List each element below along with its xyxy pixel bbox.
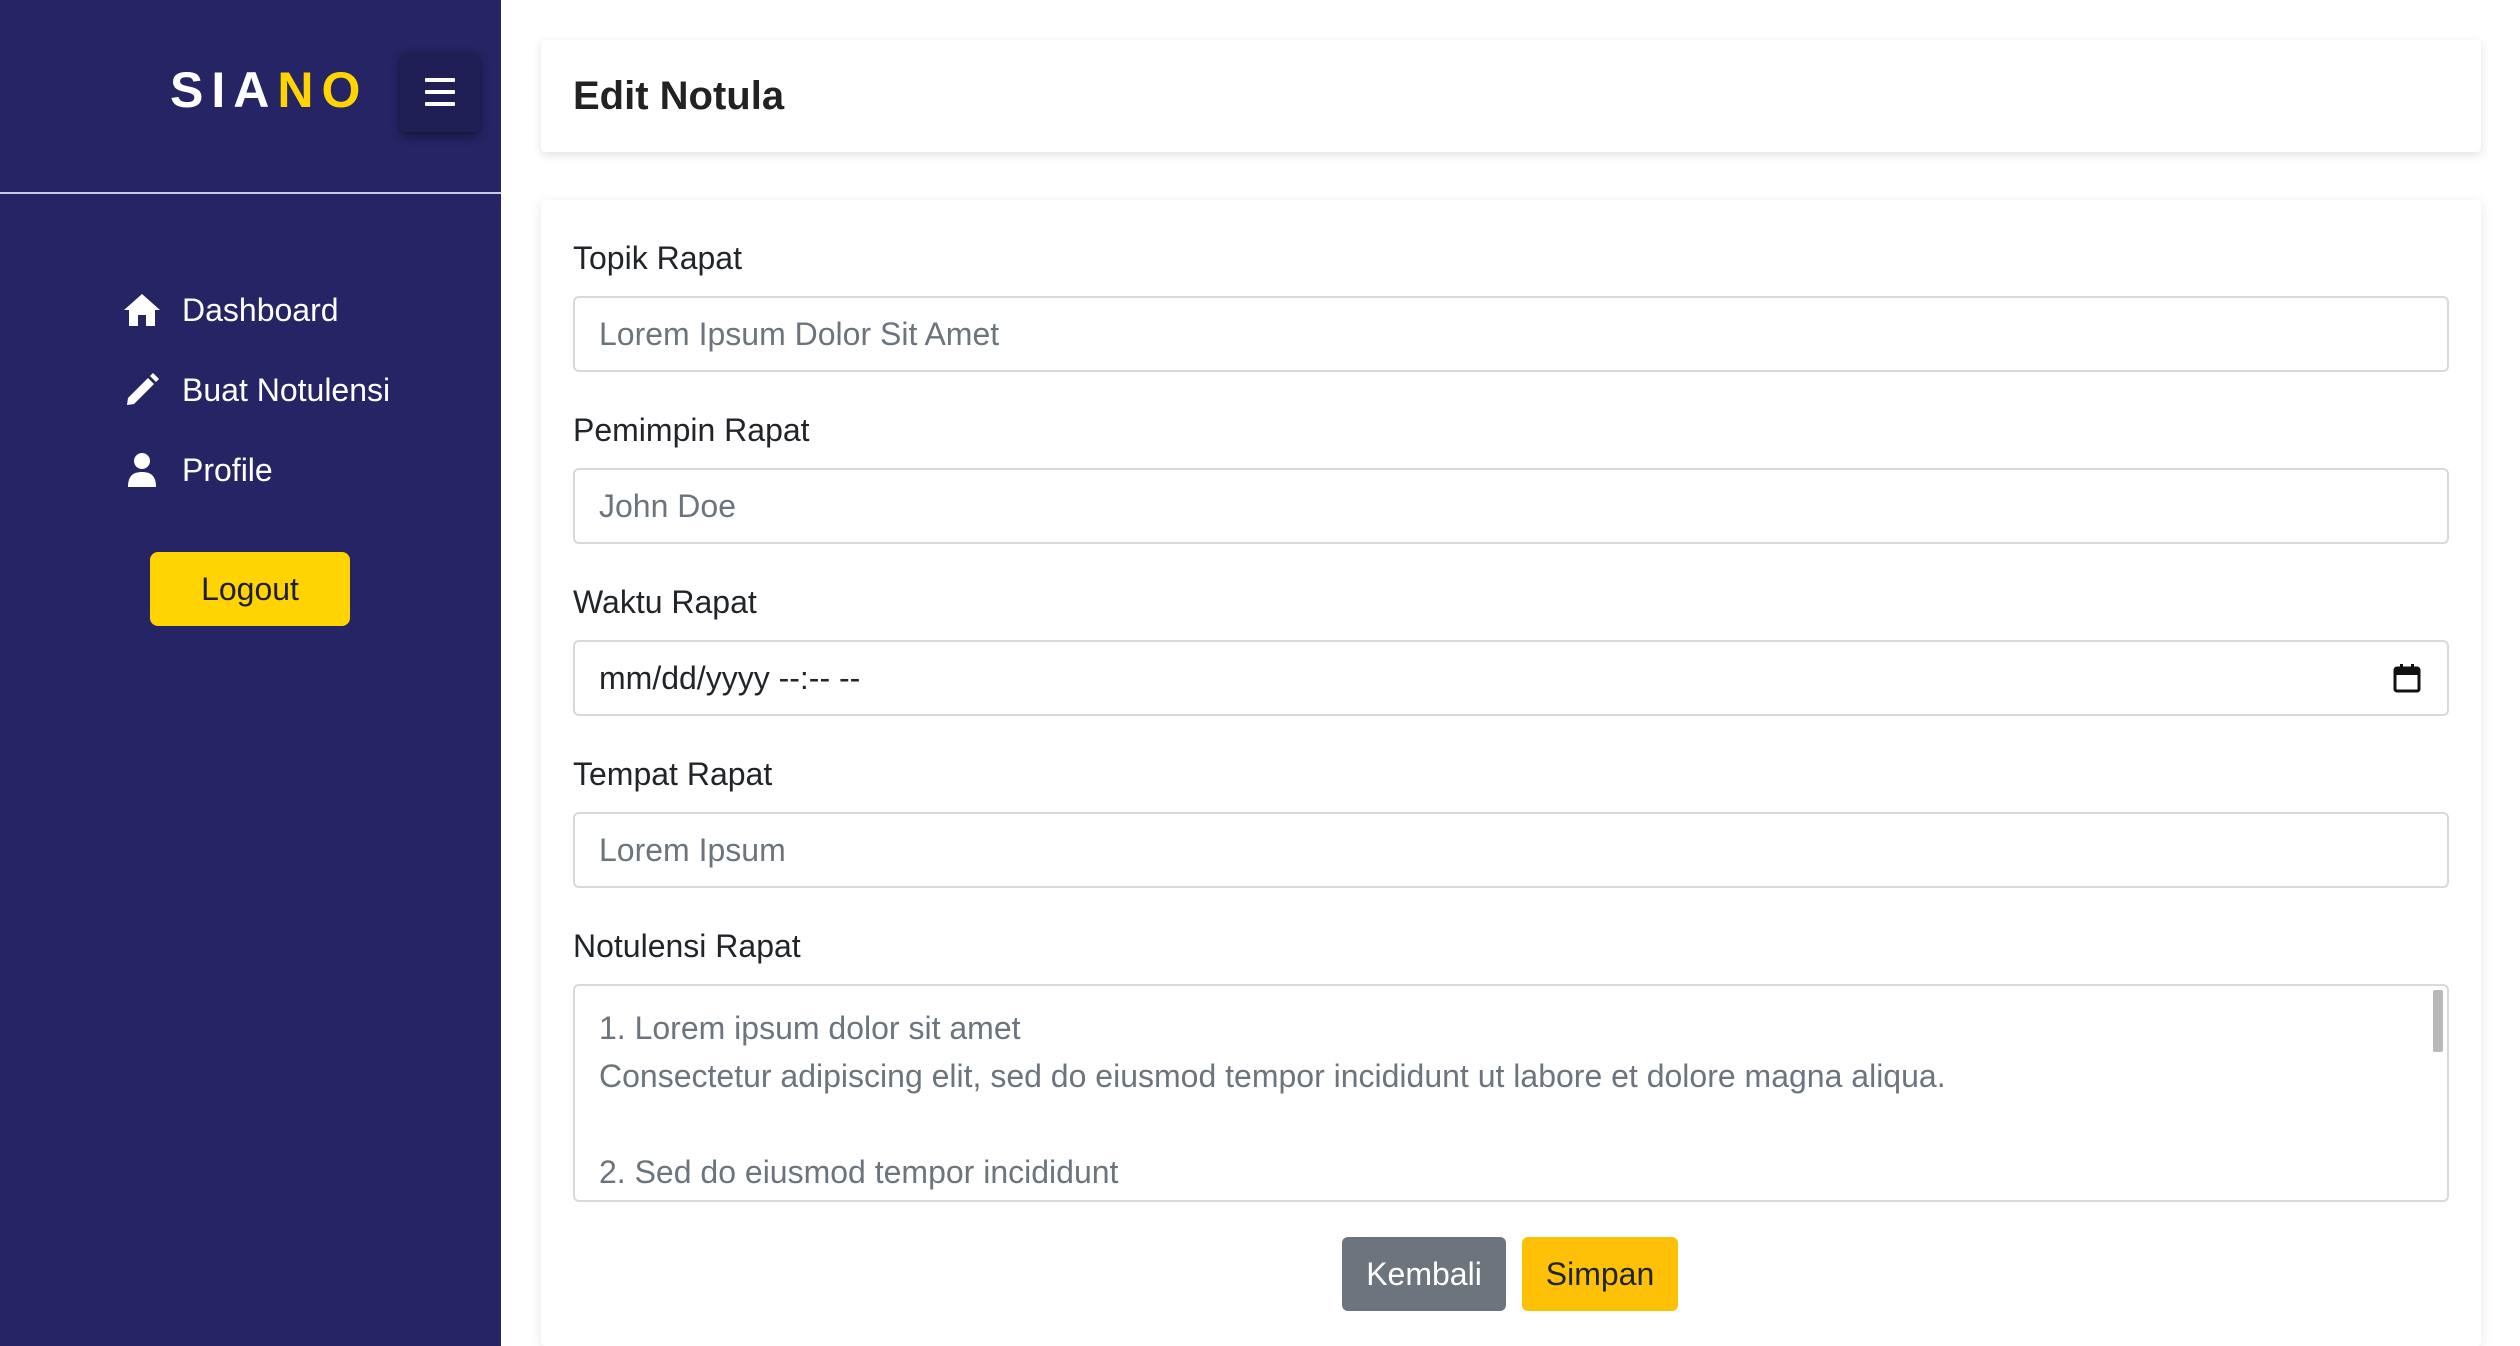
waktu-rapat-label: Waktu Rapat	[573, 584, 757, 620]
textarea-line	[599, 1100, 2423, 1148]
edit-notula-form: Topik Rapat Pemimpin Rapat Waktu Rapat m…	[541, 200, 2481, 1346]
datetime-value: mm/dd/yyyy --:-- --	[599, 659, 861, 696]
pemimpin-rapat-input[interactable]	[573, 468, 2449, 544]
hamburger-icon	[425, 90, 455, 94]
textarea-line: 2. Sed do eiusmod tempor incididunt	[599, 1154, 1119, 1190]
brand-header: SIANO	[0, 0, 501, 194]
hamburger-icon	[425, 78, 455, 82]
textarea-line: 1. Lorem ipsum dolor sit amet	[599, 1010, 1021, 1046]
kembali-button[interactable]: Kembali	[1342, 1237, 1506, 1311]
brand-logo[interactable]: SIANO	[170, 58, 368, 122]
user-icon	[122, 450, 162, 490]
sidebar-item-profile[interactable]: Profile	[122, 440, 390, 500]
textarea-line: Consectetur adipiscing elit, sed do eius…	[599, 1058, 1946, 1094]
topik-rapat-input[interactable]	[573, 296, 2449, 372]
pencil-icon	[122, 370, 162, 410]
waktu-rapat-datetime-input[interactable]: mm/dd/yyyy --:-- --	[573, 640, 2449, 716]
sidebar-item-dashboard[interactable]: Dashboard	[122, 280, 390, 340]
sidebar-item-buat-notulensi[interactable]: Buat Notulensi	[122, 360, 390, 420]
tempat-rapat-input[interactable]	[573, 812, 2449, 888]
calendar-icon[interactable]	[2391, 662, 2423, 694]
sidebar-toggle-button[interactable]	[400, 52, 480, 132]
sidebar: SIANO Dashboard Buat Notulensi Profile L…	[0, 0, 501, 1346]
brand-logo-part2: NO	[277, 62, 369, 118]
notulensi-rapat-label: Notulensi Rapat	[573, 928, 801, 964]
logout-button[interactable]: Logout	[150, 552, 350, 626]
simpan-button[interactable]: Simpan	[1522, 1237, 1678, 1311]
sidebar-item-label: Dashboard	[182, 291, 339, 328]
textarea-scrollbar[interactable]	[2433, 990, 2443, 1052]
notulensi-rapat-textarea[interactable]: 1. Lorem ipsum dolor sit amet Consectetu…	[573, 984, 2449, 1202]
tempat-rapat-label: Tempat Rapat	[573, 756, 773, 792]
hamburger-icon	[425, 102, 455, 106]
home-icon	[122, 290, 162, 330]
topik-rapat-label: Topik Rapat	[573, 240, 742, 276]
sidebar-item-label: Buat Notulensi	[182, 371, 391, 408]
page-title: Edit Notula	[573, 74, 785, 118]
pemimpin-rapat-label: Pemimpin Rapat	[573, 412, 810, 448]
sidebar-item-label: Profile	[182, 451, 273, 488]
page-header: Edit Notula	[541, 40, 2481, 152]
brand-logo-part1: SIA	[170, 62, 278, 118]
sidebar-nav: Dashboard Buat Notulensi Profile	[122, 280, 390, 520]
